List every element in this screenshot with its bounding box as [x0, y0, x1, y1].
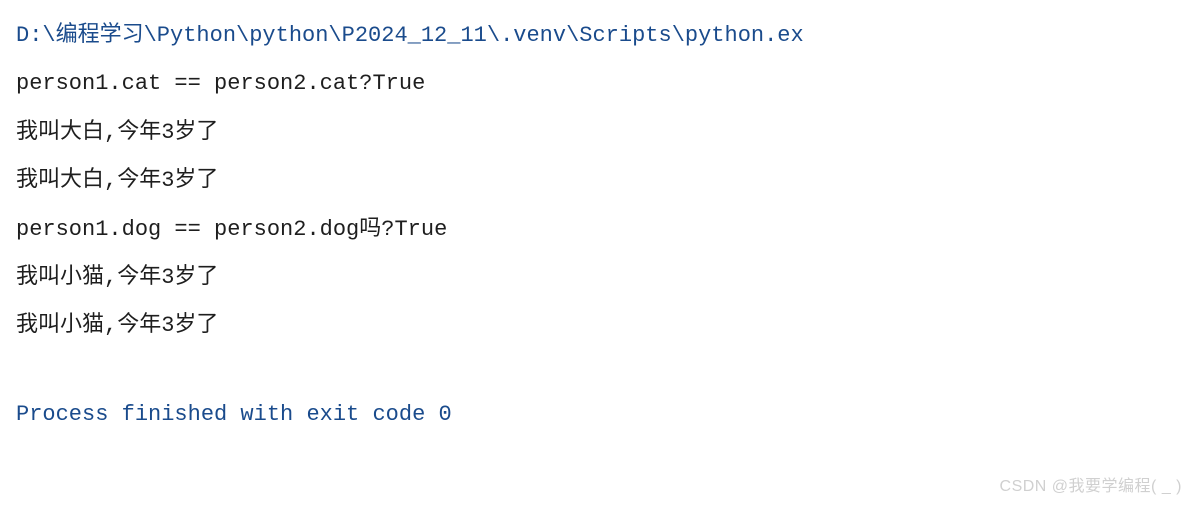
python-executable-path: D:\编程学习\Python\python\P2024_12_11\.venv\…: [16, 12, 1180, 60]
console-output-area: D:\编程学习\Python\python\P2024_12_11\.venv\…: [16, 12, 1180, 439]
output-line: 我叫小猫,今年3岁了: [16, 254, 1180, 302]
output-line: 我叫大白,今年3岁了: [16, 109, 1180, 157]
output-line: person1.cat == person2.cat?True: [16, 60, 1180, 108]
output-line: 我叫大白,今年3岁了: [16, 157, 1180, 205]
output-line: 我叫小猫,今年3岁了: [16, 302, 1180, 350]
output-line: person1.dog == person2.dog吗?True: [16, 206, 1180, 254]
process-exit-message: Process finished with exit code 0: [16, 391, 1180, 439]
watermark-text: CSDN @我要学编程( _ ): [1000, 469, 1182, 504]
